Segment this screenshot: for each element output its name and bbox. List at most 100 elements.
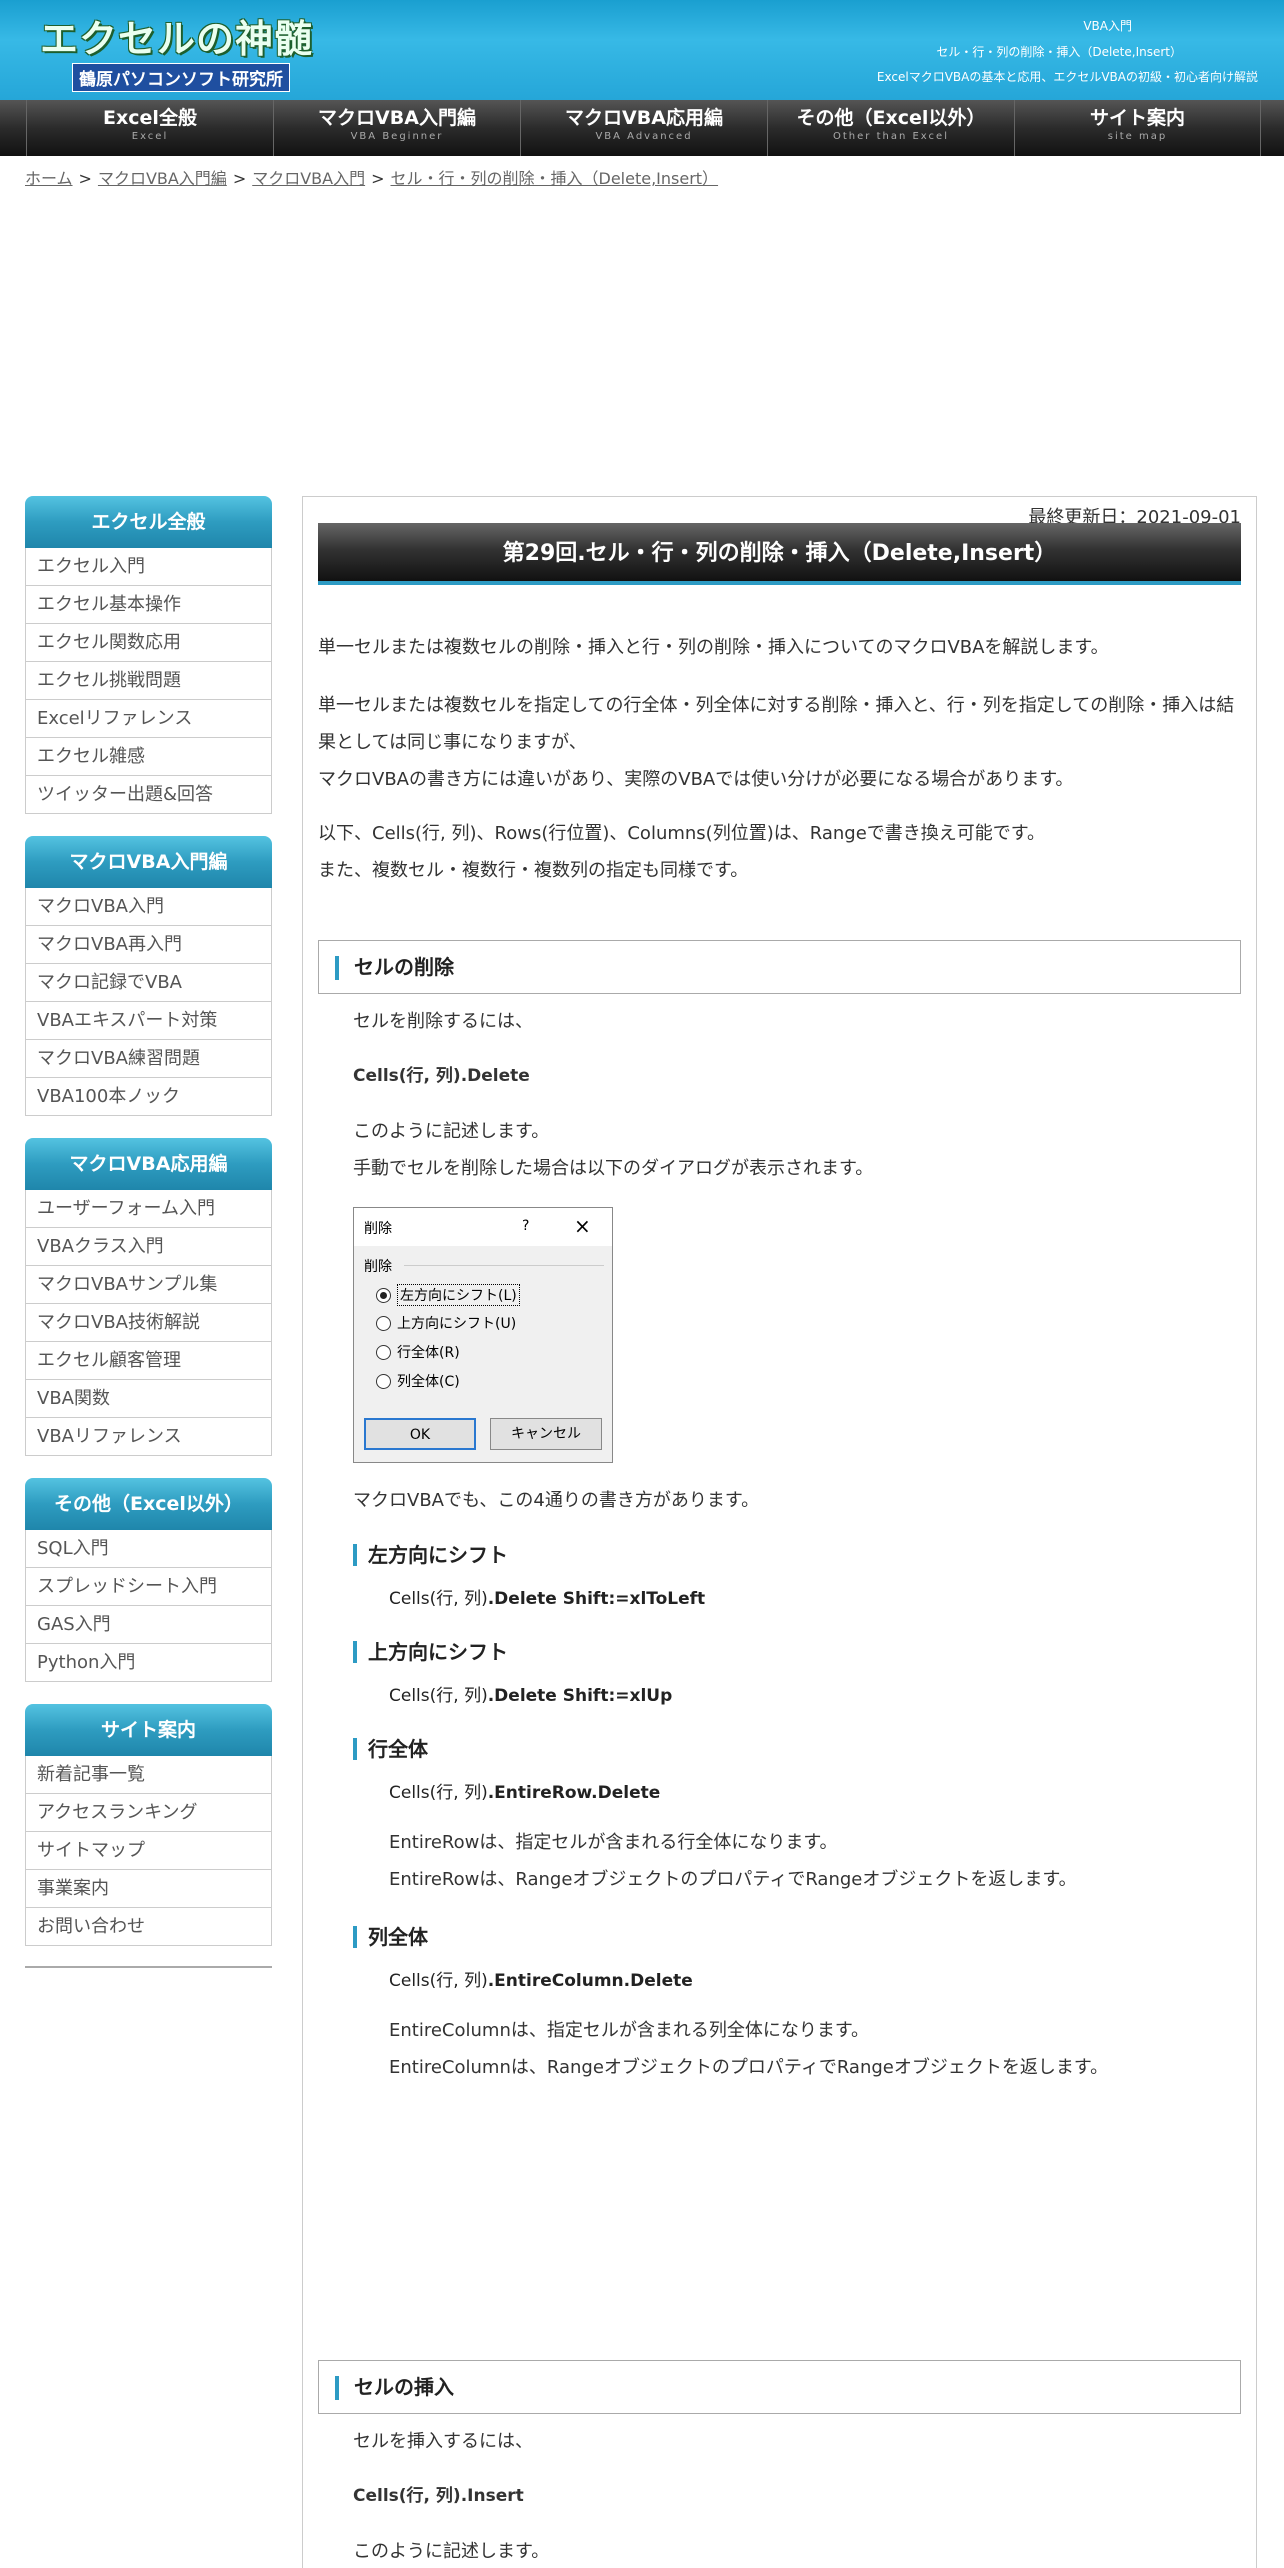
body-text: セルを削除するには、 [353, 1011, 533, 1032]
sidebar: エクセル全般 エクセル入門 エクセル基本操作 エクセル関数応用 エクセル挑戦問題… [25, 496, 272, 1968]
sidebar-item[interactable]: SQL入門 [25, 1530, 272, 1568]
body-text: このように記述します。 [353, 2541, 550, 2562]
code-prefix: Cells(行, 列) [389, 1783, 488, 1803]
nav-sub: VBA Beginner [350, 131, 444, 142]
sidebar-item[interactable]: VBA関数 [25, 1380, 272, 1418]
code-prefix: Cells(行, 列) [389, 1686, 488, 1706]
dialog-group-label: 削除 [364, 1259, 392, 1275]
code-line: Cells(行, 列).Delete Shift:=xlUp [389, 1681, 672, 1706]
body-text: 手動でセルを削除した場合は以下のダイアログが表示されます。 [353, 1158, 874, 1179]
breadcrumb-separator: > [78, 169, 92, 188]
nav-site[interactable]: サイト案内 site map [1014, 100, 1261, 156]
nav-label: マクロVBA応用編 [565, 107, 723, 129]
dialog-option-label: 上方向にシフト(U) [397, 1316, 517, 1332]
sidebar-item[interactable]: VBA100本ノック [25, 1078, 272, 1116]
nav-label: マクロVBA入門編 [318, 107, 476, 129]
sidebar-item[interactable]: アクセスランキング [25, 1794, 272, 1832]
section-heading-insert: セルの挿入 [318, 2360, 1241, 2414]
intro-paragraph: 果としては同じ事になりますが、 [318, 732, 587, 753]
dialog-option: 上方向にシフト(U) [376, 1313, 516, 1333]
sidebar-item[interactable]: Excelリファレンス [25, 700, 272, 738]
sidebar-item[interactable]: マクロVBA練習問題 [25, 1040, 272, 1078]
sidebar-item[interactable]: 事業案内 [25, 1870, 272, 1908]
breadcrumb-current[interactable]: セル・行・列の削除・挿入（Delete,Insert） [391, 169, 719, 188]
sidebar-item[interactable]: エクセル入門 [25, 548, 272, 586]
dialog-option-label: 列全体(C) [397, 1374, 460, 1390]
dialog-ok-button: OK [364, 1418, 476, 1450]
subheading: 左方向にシフト [353, 1542, 508, 1568]
sidebar-item[interactable]: エクセル顧客管理 [25, 1342, 272, 1380]
sidebar-item[interactable]: VBAクラス入門 [25, 1228, 272, 1266]
code-prefix: Cells(行, 列) [389, 1589, 488, 1609]
nav-sub: Other than Excel [833, 131, 949, 142]
code-snippet: Cells(行, 列).Insert [353, 2486, 524, 2506]
header-category: VBA入門 [1083, 19, 1132, 33]
sidebar-item[interactable]: エクセル基本操作 [25, 586, 272, 624]
sidebar-item[interactable]: サイトマップ [25, 1832, 272, 1870]
sidebar-heading: エクセル全般 [25, 496, 272, 548]
breadcrumb-vba-beginner[interactable]: マクロVBA入門編 [98, 169, 227, 188]
sidebar-item[interactable]: VBAリファレンス [25, 1418, 272, 1456]
header-description: ExcelマクロVBAの基本と応用、エクセルVBAの初級・初心者向け解説 [876, 70, 1258, 84]
section-heading-delete: セルの削除 [318, 940, 1241, 994]
dialog-title: 削除 [364, 1221, 392, 1237]
sidebar-box-vba-advanced: マクロVBA応用編 ユーザーフォーム入門 VBAクラス入門 マクロVBAサンプル… [25, 1138, 272, 1456]
dialog-option-label: 左方向にシフト(L) [397, 1284, 520, 1306]
sidebar-item[interactable]: ツイッター出題&回答 [25, 776, 272, 814]
sidebar-item[interactable]: マクロ記録でVBA [25, 964, 272, 1002]
breadcrumb-home[interactable]: ホーム [25, 169, 73, 188]
sidebar-divider [25, 1966, 272, 1968]
subheading: 行全体 [353, 1736, 428, 1762]
breadcrumb-separator: > [232, 169, 247, 188]
dialog-option: 列全体(C) [376, 1371, 460, 1391]
dialog-titlebar: 削除 ? × [354, 1208, 612, 1246]
sidebar-item[interactable]: VBAエキスパート対策 [25, 1002, 272, 1040]
page-title: 第29回.セル・行・列の削除・挿入（Delete,Insert） [318, 523, 1241, 585]
body-text: セルを挿入するには、 [353, 2431, 533, 2452]
sidebar-item[interactable]: お問い合わせ [25, 1908, 272, 1946]
sidebar-item[interactable]: スプレッドシート入門 [25, 1568, 272, 1606]
sidebar-item[interactable]: GAS入門 [25, 1606, 272, 1644]
sidebar-item[interactable]: エクセル雑感 [25, 738, 272, 776]
sidebar-item[interactable]: マクロVBA再入門 [25, 926, 272, 964]
intro-paragraph: 単一セルまたは複数セルを指定しての行全体・列全体に対する削除・挿入と、行・列を指… [318, 695, 1235, 716]
breadcrumb: ホーム > マクロVBA入門編 > マクロVBA入門 > セル・行・列の削除・挿入（Dele… [25, 165, 718, 189]
sidebar-item[interactable]: 新着記事一覧 [25, 1756, 272, 1794]
code-method: .Delete Shift:=xlToLeft [487, 1589, 706, 1609]
intro-paragraph: マクロVBAの書き方には違いがあり、実際のVBAでは使い分けが必要になる場合があ… [318, 769, 1074, 790]
header-page-title: セル・行・列の削除・挿入（Delete,Insert） [936, 45, 1182, 59]
intro-paragraph: また、複数セル・複数行・複数列の指定も同様です。 [318, 860, 749, 881]
nav-sub: VBA Advanced [595, 131, 693, 142]
sidebar-item[interactable]: マクロVBA技術解説 [25, 1304, 272, 1342]
radio-icon [376, 1373, 391, 1389]
radio-icon [376, 1344, 391, 1360]
sidebar-item[interactable]: マクロVBA入門 [25, 888, 272, 926]
sidebar-item[interactable]: マクロVBAサンプル集 [25, 1266, 272, 1304]
nav-excel[interactable]: Excel全般 Excel [26, 100, 273, 156]
nav-vba-beginner[interactable]: マクロVBA入門編 VBA Beginner [273, 100, 520, 156]
code-method: .EntireRow.Delete [487, 1783, 661, 1803]
dialog-option: 行全体(R) [376, 1342, 460, 1362]
code-prefix: Cells(行, 列) [389, 1971, 488, 1991]
sidebar-item[interactable]: エクセル挑戦問題 [25, 662, 272, 700]
sidebar-item[interactable]: ユーザーフォーム入門 [25, 1190, 272, 1228]
sidebar-item[interactable]: Python入門 [25, 1644, 272, 1682]
nav-sub: site map [1107, 131, 1168, 142]
site-logo[interactable]: エクセルの神髄 [40, 8, 313, 63]
body-text: EntireRowは、指定セルが含まれる行全体になります。 [389, 1832, 838, 1853]
nav-other[interactable]: その他（Excel以外） Other than Excel [767, 100, 1014, 156]
radio-icon [376, 1315, 391, 1331]
body-text: マクロVBAでも、この4通りの書き方があります。 [353, 1490, 760, 1511]
delete-dialog-image: 削除 ? × 削除 左方向にシフト(L) 上方向にシフト(U) 行全体(R) 列… [353, 1207, 613, 1463]
body-text: EntireColumnは、RangeオブジェクトのプロパティでRangeオブジ… [389, 2057, 1109, 2078]
nav-sub: Excel [131, 131, 169, 142]
nav-label: Excel全般 [103, 107, 197, 129]
body-text: EntireRowは、RangeオブジェクトのプロパティでRangeオブジェクト… [389, 1869, 1077, 1890]
nav-vba-advanced[interactable]: マクロVBA応用編 VBA Advanced [520, 100, 767, 156]
intro-paragraph: 以下、Cells(行, 列)、Rows(行位置)、Columns(列位置)は、R… [318, 823, 1045, 844]
help-icon: ? [522, 1218, 530, 1234]
sidebar-heading: マクロVBA入門編 [25, 836, 272, 888]
sidebar-item[interactable]: エクセル関数応用 [25, 624, 272, 662]
dialog-option: 左方向にシフト(L) [376, 1284, 520, 1306]
breadcrumb-vba-intro[interactable]: マクロVBA入門 [252, 169, 365, 188]
